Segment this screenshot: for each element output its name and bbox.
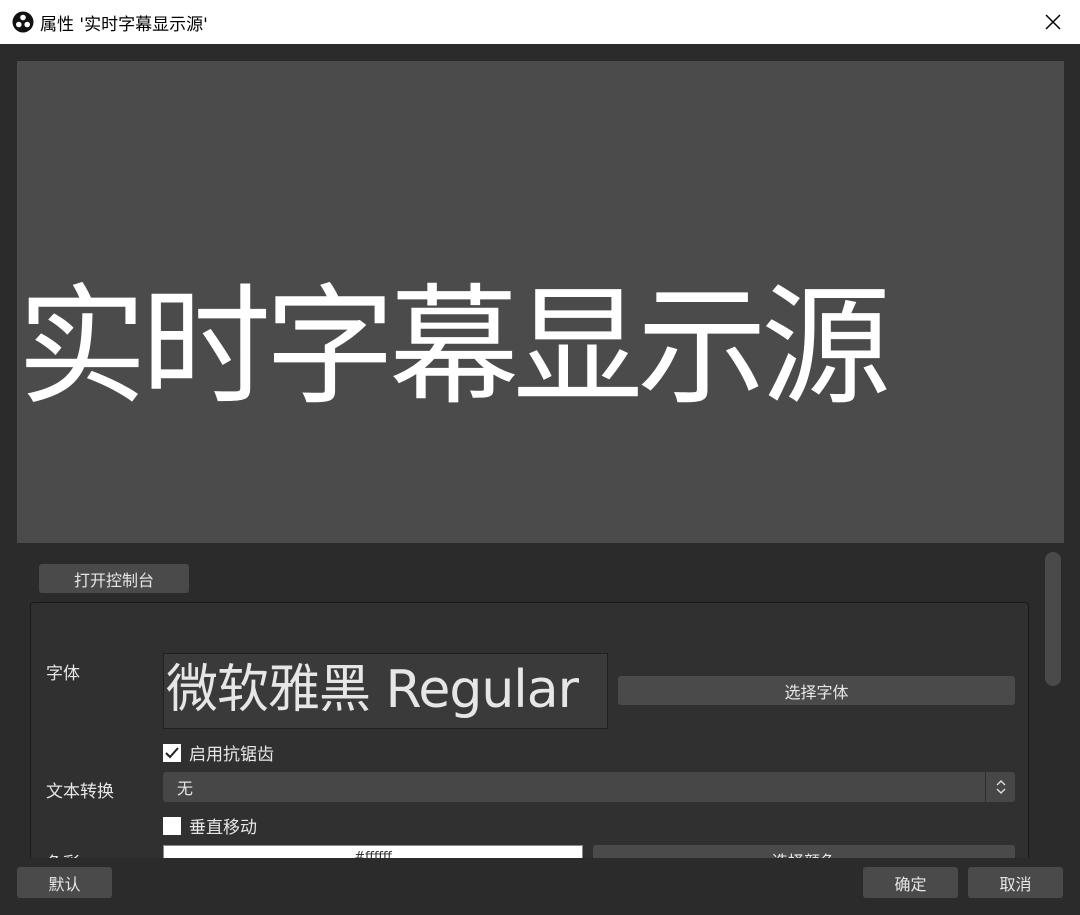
properties-group: 字体 微软雅黑 Regular 选择字体 启用抗锯齿 文本转换 无 垂直移动 #…: [30, 602, 1029, 858]
ok-button[interactable]: 确定: [863, 867, 958, 898]
color-label: 色彩: [46, 849, 80, 858]
obs-icon: [12, 11, 34, 33]
vertical-label: 垂直移动: [189, 818, 257, 838]
close-icon: [1045, 14, 1061, 30]
properties-scrollbar[interactable]: [1045, 552, 1061, 686]
font-label: 字体: [46, 664, 80, 684]
cancel-button[interactable]: 取消: [968, 867, 1063, 898]
defaults-button[interactable]: 默认: [17, 867, 112, 898]
checkmark-icon: [165, 746, 179, 758]
color-value: #ffffff: [354, 850, 392, 858]
open-console-button[interactable]: 打开控制台: [39, 564, 189, 593]
vertical-checkbox[interactable]: [163, 816, 181, 835]
spinner-arrows-icon[interactable]: [985, 772, 1015, 802]
title-bar: 属性 '实时字幕显示源': [0, 0, 1080, 44]
antialias-label: 启用抗锯齿: [189, 745, 274, 765]
close-button[interactable]: [1026, 0, 1080, 44]
window-title: 属性 '实时字幕显示源': [40, 14, 208, 35]
text-transform-value: 无: [177, 779, 194, 798]
properties-panel: 打开控制台 字体 微软雅黑 Regular 选择字体 启用抗锯齿 文本转换 无 …: [17, 548, 1041, 858]
preview-text: 实时字幕显示源: [17, 271, 891, 423]
vertical-checkbox-row[interactable]: 垂直移动: [163, 813, 257, 838]
text-transform-select[interactable]: 无: [163, 772, 1015, 802]
source-preview: 实时字幕显示源: [17, 61, 1064, 543]
antialias-checkbox[interactable]: [163, 743, 181, 762]
select-font-button[interactable]: 选择字体: [618, 676, 1015, 705]
color-swatch: #ffffff: [163, 845, 583, 858]
bottom-strip: [0, 905, 1080, 915]
select-color-button[interactable]: 选择颜色: [593, 845, 1015, 858]
antialias-checkbox-row[interactable]: 启用抗锯齿: [163, 740, 274, 765]
text-transform-label: 文本转换: [46, 782, 114, 802]
font-preview: 微软雅黑 Regular: [163, 653, 608, 729]
